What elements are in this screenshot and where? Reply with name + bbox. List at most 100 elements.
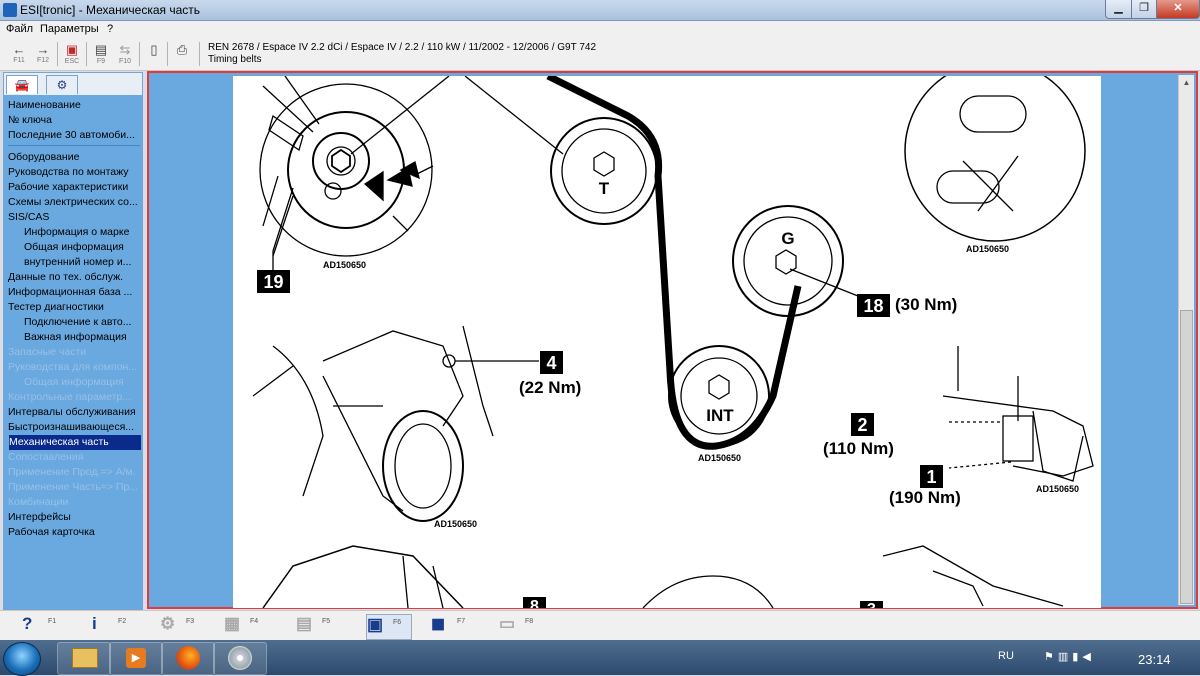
close-button[interactable]: ✕ — [1156, 0, 1200, 19]
sidebar-item[interactable]: Рабочие характеристики — [8, 180, 140, 195]
fkey-label: F4 — [250, 618, 259, 625]
sidebar-item[interactable]: SIS/CAS — [8, 210, 140, 225]
sidebar-item[interactable]: Быстроизнашивающеся... — [8, 420, 140, 435]
navigation-panel: 🚘 ⚙ Наименование № ключа Последние 30 авто… — [3, 72, 143, 610]
fkey-f7-button[interactable]: ◼ F7 — [431, 614, 475, 638]
fkey-label: F1 — [48, 618, 57, 625]
nav-separator — [8, 145, 140, 146]
diagnostics-icon: ⚙ — [160, 614, 176, 633]
sidebar-item: Применение Прод.=> А/м. — [8, 466, 136, 478]
taskbar-firefox[interactable] — [161, 642, 215, 675]
vehicle-icon: ◼ — [431, 614, 446, 633]
document-list-icon: ▤ — [94, 42, 108, 57]
document-subtitle: Timing belts — [208, 54, 262, 65]
timing-belt-diagram: 19 18 (30 Nm) 4 (22 Nm) 2 (110 Nm) 1 (19… — [233, 76, 1101, 608]
fkey-f6-button[interactable]: ▣ F6 — [366, 614, 412, 640]
exit-button[interactable]: ▣ ESC — [61, 42, 83, 68]
taskbar-media-player[interactable]: ▶ — [109, 642, 163, 675]
language-indicator[interactable]: RU — [998, 650, 1014, 662]
sidebar-item[interactable]: № ключа — [8, 113, 140, 128]
figure-code-tensioner: AD150650 — [323, 260, 366, 270]
fkey-f8-button[interactable]: ▭ F8 — [499, 614, 543, 638]
clock[interactable]: 23:14 — [1138, 652, 1171, 667]
sidebar-item[interactable]: Последние 30 автомоби... — [8, 128, 140, 143]
sidebar-item[interactable]: Рабочая карточка — [8, 525, 140, 540]
tray-icons[interactable]: ⚑▥▮◀ — [1044, 650, 1095, 663]
fkey-label: F6 — [393, 619, 402, 626]
content-area: 19 18 (30 Nm) 4 (22 Nm) 2 (110 Nm) 1 (19… — [147, 71, 1198, 609]
engine-mount-detail — [942, 346, 1094, 482]
power-icon: ▮ — [1072, 651, 1083, 663]
sidebar-item[interactable]: Важная информация — [24, 330, 140, 345]
menu-parameters[interactable]: Параметры — [40, 23, 99, 35]
minimize-button[interactable]: ▁ — [1105, 0, 1132, 19]
info-icon: i — [92, 614, 97, 633]
sidebar-item[interactable]: Информационная база ... — [8, 285, 140, 300]
exit-key-label: ESC — [64, 58, 80, 65]
menu-file[interactable]: Файл — [6, 23, 33, 35]
callout-8-number: 8 — [530, 598, 539, 608]
car-icon: 🚘 — [14, 78, 30, 92]
document-list-button[interactable]: ▤ F9 — [90, 42, 112, 68]
engine-icon: ⚙ — [56, 78, 68, 92]
fkey-label: F3 — [186, 618, 195, 625]
fkey-f5-button[interactable]: ▤ F5 — [296, 614, 340, 638]
sidebar-item[interactable]: Подключение к авто... — [24, 315, 140, 330]
back-button[interactable]: ← F11 — [8, 42, 30, 68]
tab-engine[interactable]: ⚙ — [46, 75, 78, 94]
sidebar-item[interactable]: Интервалы обслуживания — [8, 405, 140, 420]
sensor-detail — [252, 325, 539, 522]
battery-icon: ▤ — [296, 614, 313, 633]
arrow-left-icon: ← — [12, 42, 26, 57]
sidebar-item[interactable]: Общая информация — [24, 240, 140, 255]
document-button[interactable]: ▯ — [143, 42, 165, 68]
taskbar-disc[interactable] — [213, 642, 267, 675]
function-key-bar: ? F1 i F2 ⚙ F3 ▦ F4 ▤ F5 ▣ F6 ◼ F7 ▭ F8 — [0, 610, 1200, 641]
start-button[interactable] — [3, 642, 41, 676]
sidebar-item[interactable]: Наименование — [8, 98, 140, 113]
sidebar-item[interactable]: Данные по тех. обслуж. — [8, 270, 140, 285]
firefox-icon — [176, 646, 200, 670]
sidebar-item[interactable]: Схемы электрических со... — [8, 195, 140, 210]
print-button[interactable]: ⎙ — [171, 42, 193, 68]
sidebar-item[interactable]: Тестер диагностики — [8, 300, 140, 315]
tab-vehicle[interactable]: 🚘 — [6, 75, 38, 94]
sidebar-item: Общая информация — [24, 376, 124, 388]
menu-help[interactable]: ? — [107, 23, 113, 35]
fkey-f4-button[interactable]: ▦ F4 — [224, 614, 268, 638]
sidebar-item[interactable]: Оборудование — [8, 150, 140, 165]
device-icon: ▭ — [499, 614, 516, 633]
media-player-icon: ▶ — [126, 648, 146, 668]
sidebar-item: Сопоставления — [8, 451, 84, 463]
sidebar-item[interactable]: внутренний номер и... — [24, 255, 140, 270]
maximize-button[interactable]: ❐ — [1131, 0, 1157, 19]
forward-button[interactable]: → F12 — [32, 42, 54, 68]
network-icon: ▥ — [1057, 651, 1073, 663]
fkey-f1-button[interactable]: ? F1 — [22, 614, 66, 638]
link-button[interactable]: ⇆ F10 — [114, 42, 136, 68]
fkey-f2-button[interactable]: i F2 — [92, 614, 136, 638]
sidebar-item[interactable]: Механическая часть — [9, 435, 141, 450]
vertical-scrollbar[interactable]: ▲ — [1178, 75, 1194, 605]
back-key-label: F11 — [13, 57, 25, 64]
exit-icon: ▣ — [65, 42, 79, 57]
toolbar: ← F11 → F12 ▣ ESC ▤ F9 ⇆ F10 ▯ ⎙ — [0, 38, 1200, 108]
window-title: ESI[tronic] - Механическая часть — [20, 3, 201, 17]
sidebar-item[interactable]: Руководства по монтажу — [8, 165, 140, 180]
sidebar-item: Запасные части — [8, 346, 87, 358]
fkey-label: F8 — [525, 618, 534, 625]
toolbar-separator — [167, 42, 168, 66]
scroll-thumb[interactable] — [1180, 310, 1193, 604]
callout-1-torque: (190 Nm) — [889, 488, 961, 507]
callout-2-torque: (110 Nm) — [823, 439, 894, 458]
intermediate-pulley-label: INT — [706, 406, 734, 425]
fkey-f3-button[interactable]: ⚙ F3 — [160, 614, 204, 638]
scroll-up-button[interactable]: ▲ — [1179, 75, 1194, 90]
taskbar-explorer[interactable] — [57, 642, 111, 675]
callout-3-number: 3 — [867, 601, 876, 608]
toolbar-separator — [57, 42, 58, 66]
sidebar-item[interactable]: Интерфейсы — [8, 510, 140, 525]
help-icon: ? — [22, 614, 33, 633]
forward-key-label: F12 — [36, 57, 50, 64]
sidebar-item[interactable]: Информация о марке — [24, 225, 140, 240]
